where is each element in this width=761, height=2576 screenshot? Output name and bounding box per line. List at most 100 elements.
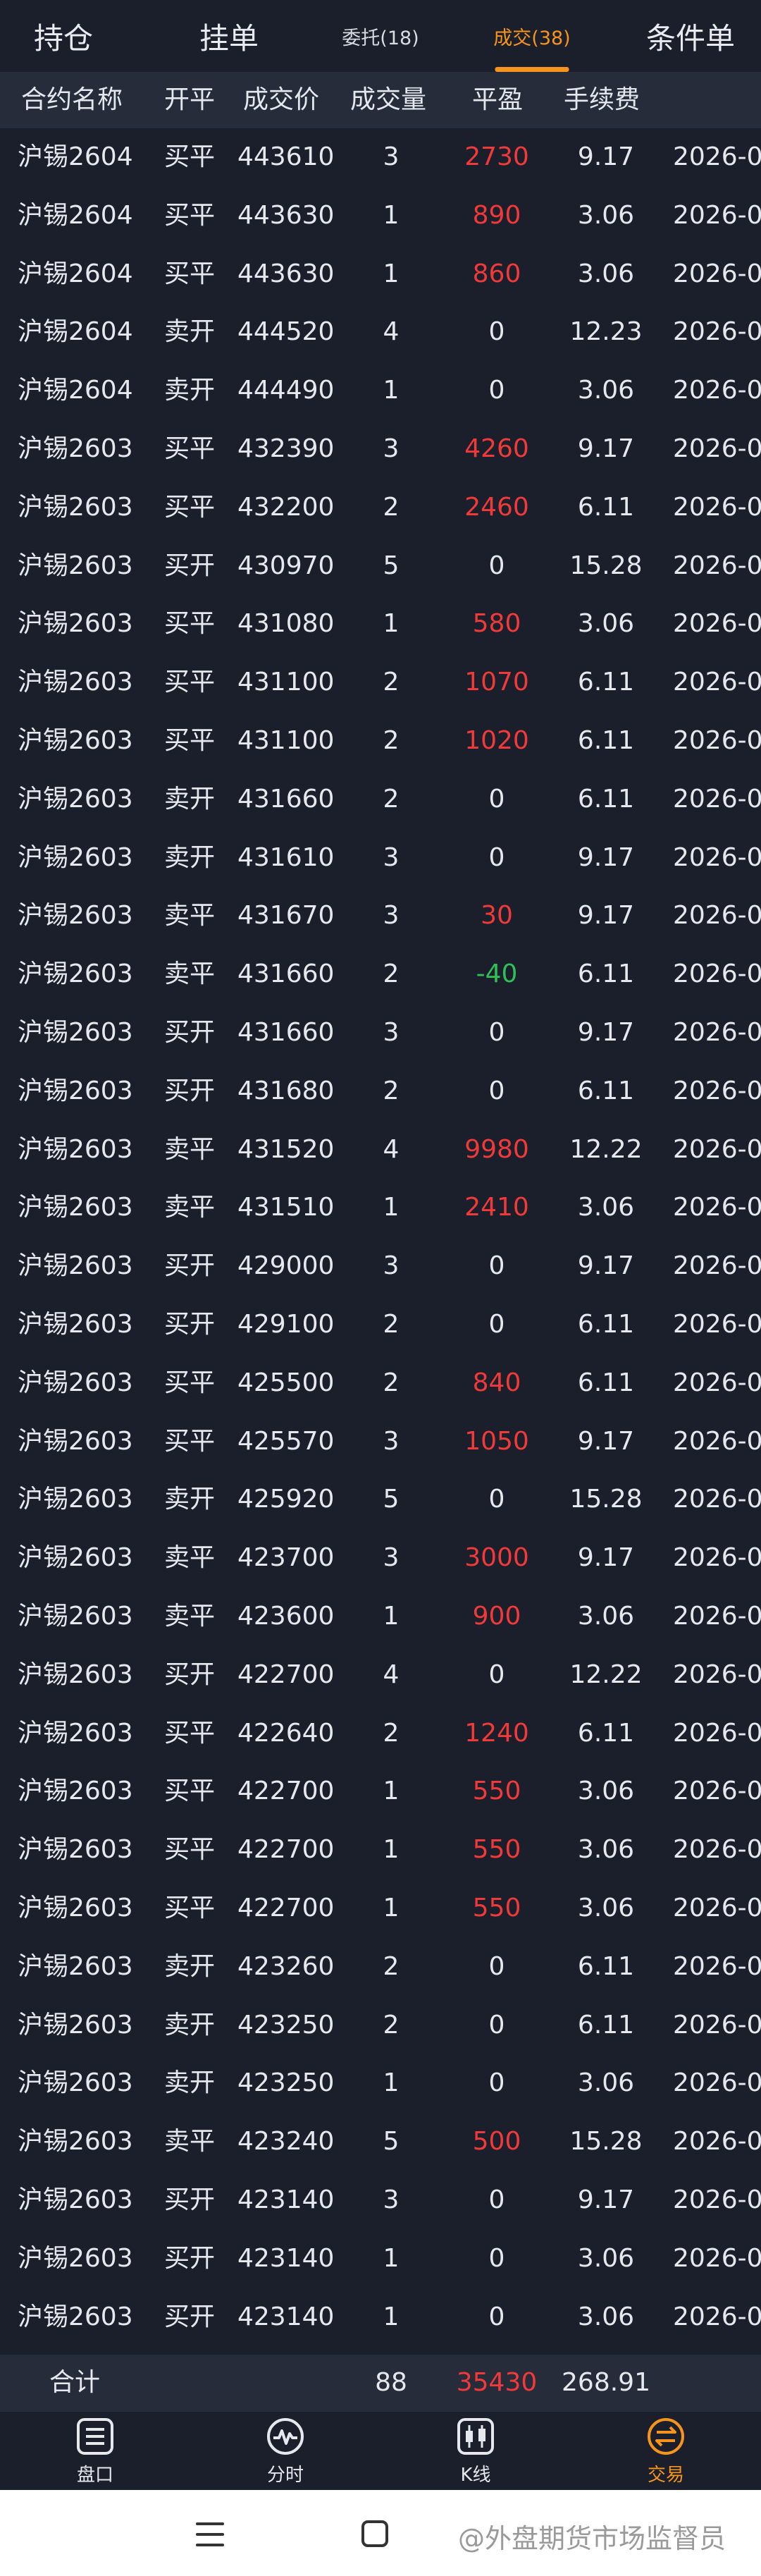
tab-holdings[interactable]: 持仓 — [21, 0, 106, 72]
trade-pnl: 2730 — [464, 142, 529, 171]
table-row[interactable]: 沪锡2603 卖平 423700 3 3000 9.17 2026-0 — [0, 1529, 761, 1588]
trade-price: 432390 — [237, 434, 335, 463]
trade-fee: 3.06 — [577, 2068, 635, 2098]
table-row[interactable]: 沪锡2603 买开 431660 3 0 9.17 2026-0 — [0, 1004, 761, 1062]
table-row[interactable]: 沪锡2603 买开 423140 1 0 3.06 2026-0 — [0, 2288, 761, 2347]
trade-quantity: 2 — [383, 2010, 400, 2040]
nav-kline[interactable]: K线 — [419, 2412, 532, 2491]
table-row[interactable]: 沪锡2603 卖平 431510 1 2410 3.06 2026-0 — [0, 1179, 761, 1237]
trade-quantity: 4 — [383, 1134, 400, 1164]
trade-fee: 3.06 — [577, 609, 635, 639]
trade-name: 沪锡2603 — [18, 1076, 133, 1105]
trade-pnl: 0 — [488, 1485, 505, 1514]
trade-quantity: 2 — [383, 492, 400, 522]
table-row[interactable]: 沪锡2603 买平 422700 1 550 3.06 2026-0 — [0, 1879, 761, 1938]
table-row[interactable]: 沪锡2603 买平 431100 2 1020 6.11 2026-0 — [0, 712, 761, 771]
tab-entrusted[interactable]: 委托(18) — [335, 0, 426, 72]
trade-direction: 买开 — [164, 2185, 216, 2214]
table-row[interactable]: 沪锡2603 卖平 431670 3 30 9.17 2026-0 — [0, 887, 761, 945]
table-row[interactable]: 沪锡2603 卖开 431660 2 0 6.11 2026-0 — [0, 771, 761, 829]
trade-fee: 15.28 — [569, 2127, 643, 2157]
trade-tabs: 持仓 挂单 委托(18) 成交(38) 条件单 — [0, 0, 761, 72]
table-row[interactable]: 沪锡2603 买平 422700 1 550 3.06 2026-0 — [0, 1821, 761, 1879]
tab-orders[interactable]: 挂单 — [187, 0, 271, 72]
trade-pnl: 2410 — [464, 1193, 529, 1222]
nav-market[interactable]: 盘口 — [39, 2412, 151, 2491]
trade-pnl: 0 — [488, 1076, 505, 1105]
trade-price: 431100 — [237, 668, 335, 697]
trade-fee: 3.06 — [577, 200, 635, 230]
trade-name: 沪锡2603 — [18, 2185, 133, 2214]
trade-time: 2026-0 — [673, 784, 761, 814]
trade-price: 423250 — [237, 2068, 335, 2098]
trade-price: 430970 — [237, 551, 335, 580]
trade-pnl: 1240 — [464, 1718, 529, 1748]
table-row[interactable]: 沪锡2603 卖平 431520 4 9980 12.22 2026-0 — [0, 1121, 761, 1179]
trade-direction: 买开 — [164, 1076, 216, 1105]
trade-quantity: 4 — [383, 317, 400, 347]
trade-direction: 买平 — [164, 1835, 216, 1865]
table-row[interactable]: 沪锡2603 买平 422700 1 550 3.06 2026-0 — [0, 1762, 761, 1821]
trade-time: 2026-0 — [673, 901, 761, 931]
trade-time: 2026-0 — [673, 200, 761, 230]
trade-price: 443630 — [237, 200, 335, 230]
table-row[interactable]: 沪锡2603 买平 431100 2 1070 6.11 2026-0 — [0, 654, 761, 712]
table-row[interactable]: 沪锡2603 买平 432390 3 4260 9.17 2026-0 — [0, 420, 761, 479]
trade-pnl: 0 — [488, 1310, 505, 1339]
table-row[interactable]: 沪锡2603 卖开 423250 1 0 3.06 2026-0 — [0, 2054, 761, 2113]
table-row[interactable]: 沪锡2603 买开 422700 4 0 12.22 2026-0 — [0, 1646, 761, 1705]
trade-direction: 买平 — [164, 200, 216, 230]
trade-direction: 卖平 — [164, 2127, 216, 2157]
table-row[interactable]: 沪锡2603 买开 430970 5 0 15.28 2026-0 — [0, 537, 761, 596]
table-row[interactable]: 沪锡2603 卖开 431610 3 0 9.17 2026-0 — [0, 829, 761, 888]
table-row[interactable]: 沪锡2603 买平 432200 2 2460 6.11 2026-0 — [0, 479, 761, 537]
menu-icon[interactable] — [196, 2522, 224, 2546]
table-row[interactable]: 沪锡2603 买平 431080 1 580 3.06 2026-0 — [0, 595, 761, 654]
trade-fee: 9.17 — [577, 1018, 635, 1047]
table-row[interactable]: 沪锡2603 买开 423140 3 0 9.17 2026-0 — [0, 2171, 761, 2230]
table-row[interactable]: 沪锡2603 买平 425500 2 840 6.11 2026-0 — [0, 1354, 761, 1413]
trade-quantity: 1 — [383, 1835, 400, 1865]
table-row[interactable]: 沪锡2603 买开 431680 2 0 6.11 2026-0 — [0, 1062, 761, 1121]
nav-kline-label: K线 — [460, 2464, 491, 2486]
trade-quantity: 2 — [383, 1310, 400, 1339]
tab-conditional[interactable]: 条件单 — [634, 0, 747, 72]
table-row[interactable]: 沪锡2603 卖平 431660 2 -40 6.11 2026-0 — [0, 945, 761, 1004]
trade-name: 沪锡2604 — [18, 259, 133, 288]
trade-time: 2026-0 — [673, 609, 761, 639]
trade-price: 422700 — [237, 1660, 335, 1689]
trade-name: 沪锡2603 — [18, 434, 133, 463]
table-row[interactable]: 沪锡2603 买开 423140 1 0 3.06 2026-0 — [0, 2230, 761, 2288]
table-row[interactable]: 沪锡2604 卖开 444520 4 0 12.23 2026-0 — [0, 303, 761, 362]
table-row[interactable]: 沪锡2604 买平 443630 1 860 3.06 2026-0 — [0, 245, 761, 304]
trade-time: 2026-0 — [673, 1777, 761, 1806]
trade-pnl: 0 — [488, 842, 505, 872]
trade-fee: 6.11 — [577, 1718, 635, 1748]
trade-quantity: 3 — [383, 901, 400, 931]
column-header-direction: 开平 — [164, 85, 216, 114]
table-row[interactable]: 沪锡2603 卖平 423600 1 900 3.06 2026-0 — [0, 1588, 761, 1646]
table-row[interactable]: 沪锡2603 卖开 423260 2 0 6.11 2026-0 — [0, 1938, 761, 1997]
home-icon[interactable] — [361, 2520, 388, 2547]
table-row[interactable]: 沪锡2603 卖开 425920 5 0 15.28 2026-0 — [0, 1471, 761, 1529]
tab-filled[interactable]: 成交(38) — [486, 0, 578, 72]
table-row[interactable]: 沪锡2604 卖开 444490 1 0 3.06 2026-0 — [0, 362, 761, 420]
trade-direction: 卖开 — [164, 2068, 216, 2098]
table-row[interactable]: 沪锡2603 买平 425570 3 1050 9.17 2026-0 — [0, 1413, 761, 1471]
table-row[interactable]: 沪锡2603 卖开 423250 2 0 6.11 2026-0 — [0, 1997, 761, 2055]
trade-time: 2026-0 — [673, 668, 761, 697]
trade-fee: 6.11 — [577, 1368, 635, 1397]
trade-price: 431660 — [237, 784, 335, 814]
nav-trade[interactable]: 交易 — [610, 2412, 722, 2491]
table-row[interactable]: 沪锡2603 卖平 423240 5 500 15.28 2026-0 — [0, 2113, 761, 2171]
table-row[interactable]: 沪锡2603 买开 429100 2 0 6.11 2026-0 — [0, 1296, 761, 1354]
nav-timeshare[interactable]: 分时 — [229, 2412, 342, 2491]
trade-quantity: 3 — [383, 1251, 400, 1281]
table-row[interactable]: 沪锡2603 买开 429000 3 0 9.17 2026-0 — [0, 1237, 761, 1296]
trade-name: 沪锡2603 — [18, 1485, 133, 1514]
table-row[interactable]: 沪锡2603 买平 422640 2 1240 6.11 2026-0 — [0, 1705, 761, 1763]
trade-time: 2026-0 — [673, 2068, 761, 2098]
table-row[interactable]: 沪锡2604 买平 443630 1 890 3.06 2026-0 — [0, 187, 761, 245]
trade-direction: 卖开 — [164, 784, 216, 814]
table-row[interactable]: 沪锡2604 买平 443610 3 2730 9.17 2026-0 — [0, 128, 761, 187]
